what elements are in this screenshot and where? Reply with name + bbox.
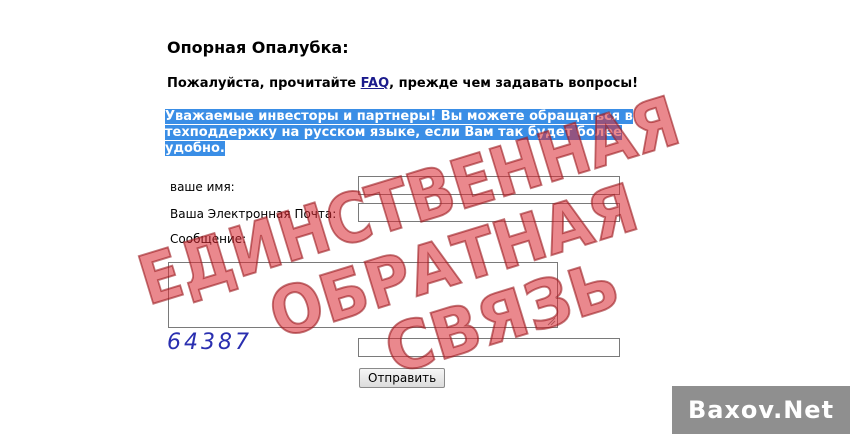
highlight-text: Уважаемые инвесторы и партнеры! Вы может… — [165, 109, 633, 156]
faq-notice: Пожалуйста, прочитайте FAQ, прежде чем з… — [167, 76, 638, 91]
resize-grip-icon[interactable] — [547, 317, 556, 326]
watermark-logo: Baxov.Net — [672, 386, 850, 434]
message-textarea[interactable] — [168, 262, 558, 328]
selected-notice-text: Уважаемые инвесторы и партнеры! Вы может… — [165, 109, 655, 157]
notice-text-before: Пожалуйста, прочитайте — [167, 76, 361, 91]
page-title: Опорная Опалубка: — [167, 38, 349, 57]
email-label: Ваша Электронная Почта: — [170, 207, 337, 221]
email-input[interactable] — [358, 203, 620, 222]
message-label: Сообщение: — [170, 232, 247, 246]
name-label: ваше имя: — [170, 180, 235, 194]
faq-link[interactable]: FAQ — [361, 76, 390, 91]
captcha-input[interactable] — [358, 338, 620, 357]
submit-button[interactable]: Отправить — [359, 368, 446, 388]
captcha-image: 64387 — [167, 330, 252, 355]
notice-text-after: , прежде чем задавать вопросы! — [389, 76, 639, 91]
name-input[interactable] — [358, 176, 620, 195]
